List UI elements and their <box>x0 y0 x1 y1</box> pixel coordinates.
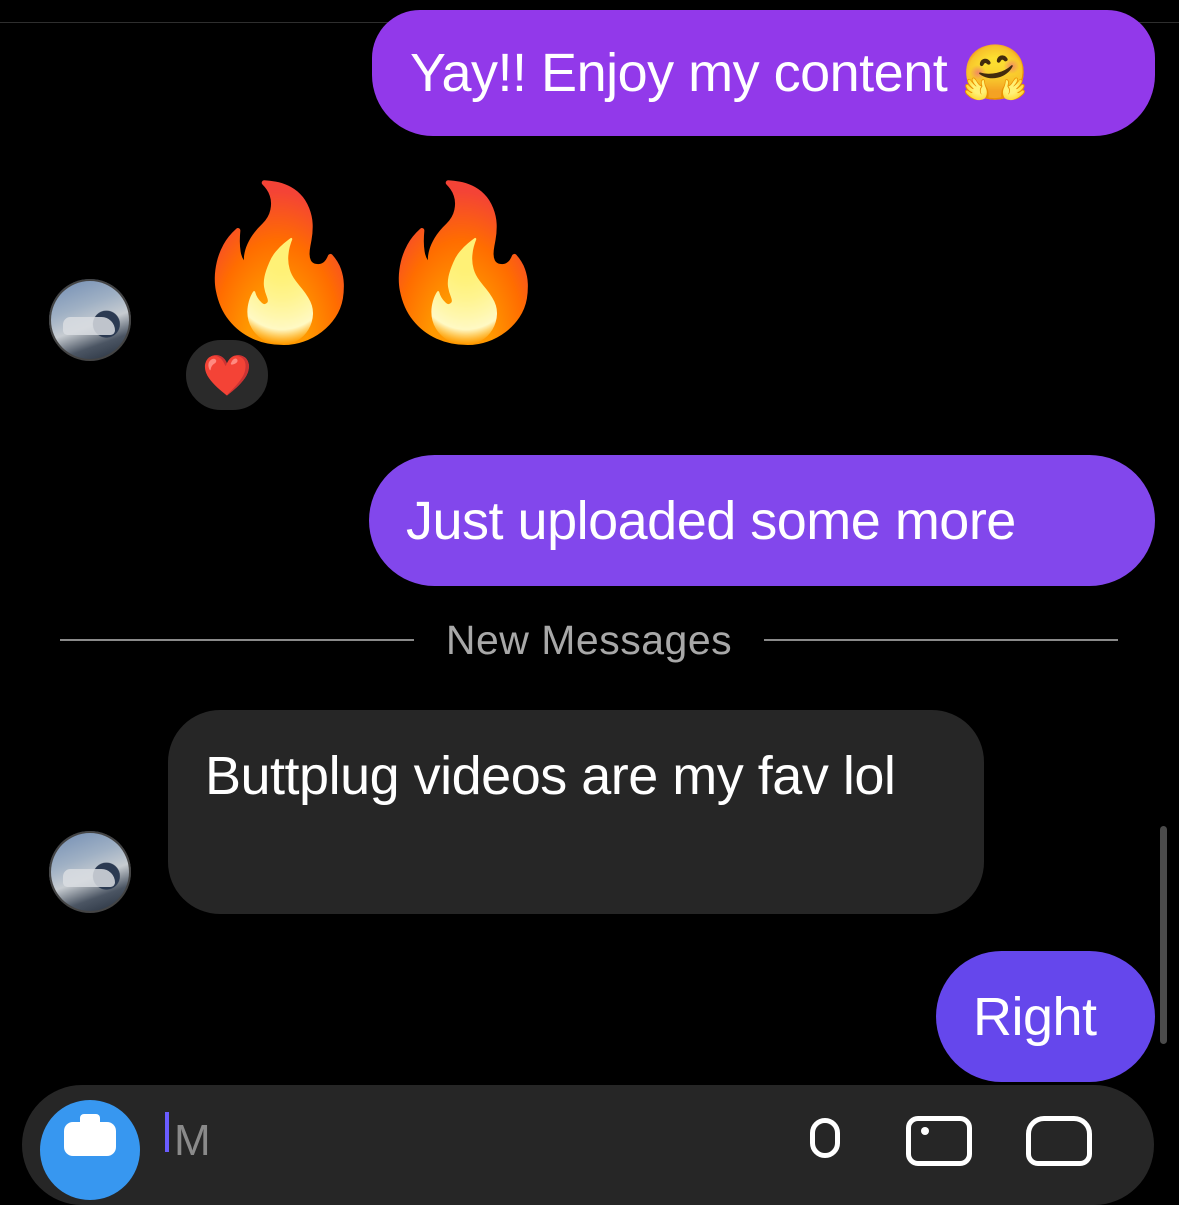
outgoing-message[interactable]: Just uploaded some more <box>369 455 1155 586</box>
heart-icon: ❤️ <box>202 353 252 398</box>
incoming-message[interactable]: Buttplug videos are my fav lol <box>168 710 984 914</box>
message-text: Right <box>973 986 1097 1047</box>
message-text: Buttplug videos are my fav lol <box>205 746 896 806</box>
heart-reaction-badge[interactable]: ❤️ <box>182 336 272 414</box>
sticker-icon[interactable] <box>1026 1116 1092 1166</box>
outgoing-message[interactable]: Right <box>936 951 1155 1082</box>
new-messages-divider: New Messages <box>60 612 1118 668</box>
fire-emoji-message[interactable]: 🔥 <box>186 188 373 338</box>
gallery-icon[interactable] <box>906 1116 972 1166</box>
fire-emoji-message[interactable]: 🔥 <box>370 188 557 338</box>
message-input[interactable]: M <box>174 1116 211 1166</box>
message-text: Yay!! Enjoy my content 🤗 <box>410 42 1029 103</box>
divider-label: New Messages <box>445 616 733 663</box>
microphone-icon[interactable] <box>810 1118 840 1158</box>
outgoing-message[interactable]: Yay!! Enjoy my content 🤗 <box>372 10 1155 136</box>
message-text: Just uploaded some more <box>406 490 1016 551</box>
camera-button[interactable] <box>40 1100 140 1200</box>
text-cursor <box>165 1112 169 1152</box>
avatar[interactable] <box>49 831 131 913</box>
camera-icon <box>64 1114 116 1156</box>
divider-line <box>764 639 1118 641</box>
avatar[interactable] <box>49 279 131 361</box>
scrollbar[interactable] <box>1160 826 1167 1044</box>
divider-line <box>60 639 414 641</box>
